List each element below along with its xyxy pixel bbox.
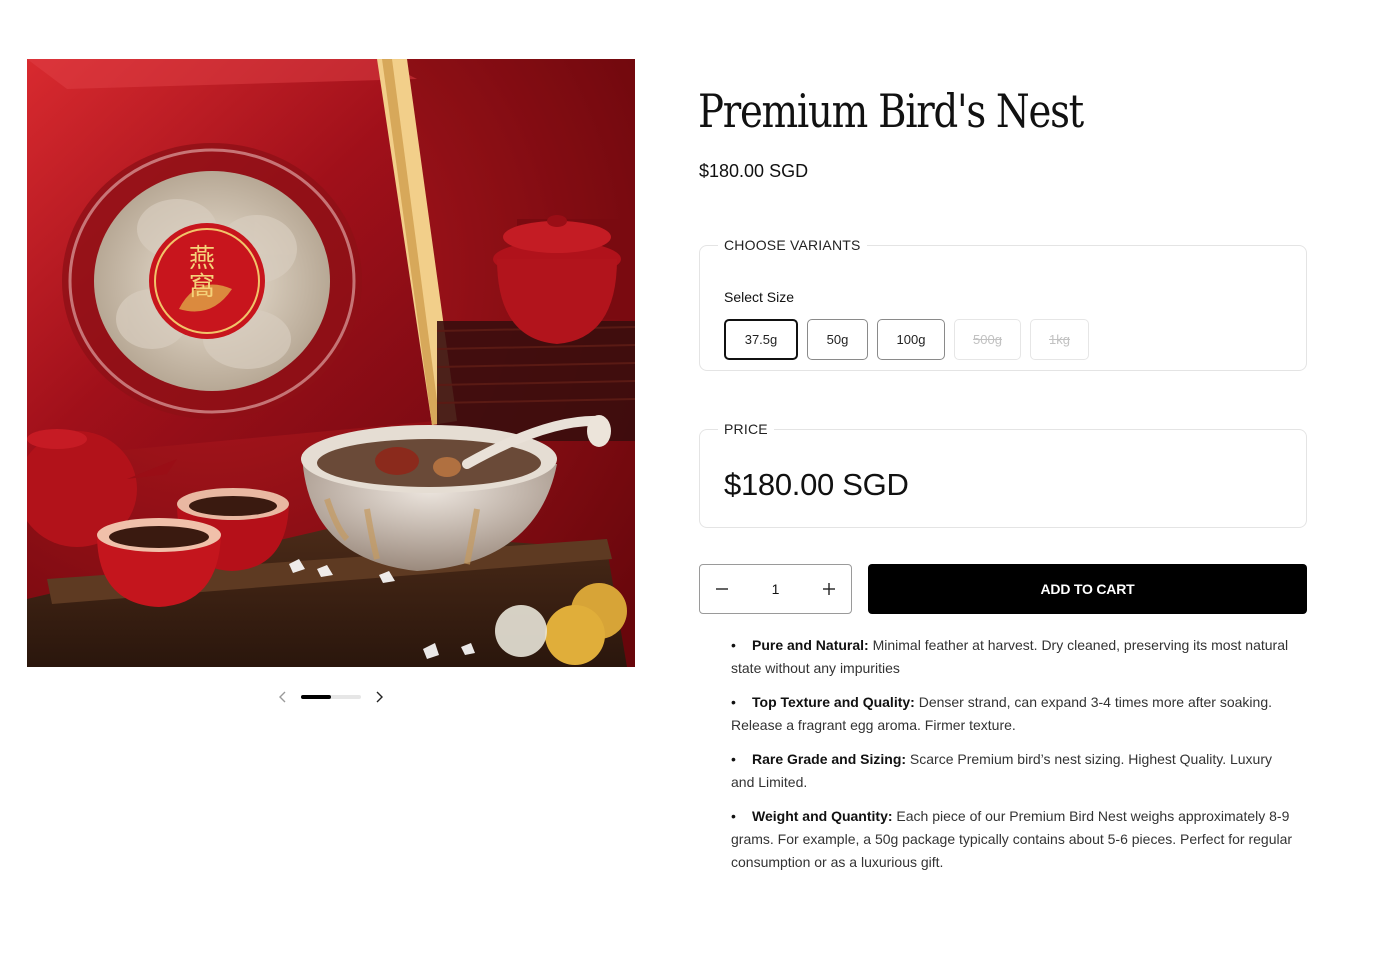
list-item: • Weight and Quantity: Each piece of our … bbox=[731, 805, 1297, 874]
size-option-100g[interactable]: 100g bbox=[877, 319, 945, 360]
product-price: $180.00 SGD bbox=[699, 161, 809, 181]
slide-progress-fill bbox=[301, 695, 331, 699]
variants-box: CHOOSE VARIANTS Select Size 37.5g 50g 10… bbox=[699, 237, 1307, 371]
size-option-1kg: 1kg bbox=[1030, 319, 1089, 360]
svg-text:燕: 燕 bbox=[189, 244, 215, 274]
slide-progress-track bbox=[301, 695, 361, 699]
feature-list: • Pure and Natural: Minimal feather at ha… bbox=[731, 634, 1297, 885]
quantity-input[interactable] bbox=[744, 565, 807, 613]
svg-text:窩: 窩 bbox=[189, 272, 215, 302]
minus-icon[interactable] bbox=[700, 565, 744, 613]
size-option-37-5g[interactable]: 37.5g bbox=[724, 319, 798, 360]
price-legend: PRICE bbox=[724, 421, 768, 437]
list-item: • Top Texture and Quality: Denser strand,… bbox=[731, 691, 1297, 737]
variants-legend: CHOOSE VARIANTS bbox=[724, 237, 861, 253]
slider-nav bbox=[275, 686, 387, 708]
price-value: $180.00 SGD bbox=[724, 467, 909, 502]
bullet-icon: • bbox=[731, 751, 736, 767]
bullet-icon: • bbox=[731, 637, 736, 653]
plus-icon[interactable] bbox=[807, 565, 851, 613]
product-image[interactable]: 燕 窩 bbox=[27, 59, 635, 667]
add-to-cart-button[interactable]: ADD TO CART bbox=[868, 564, 1307, 614]
chevron-left-icon[interactable] bbox=[275, 686, 291, 708]
feature-title: Weight and Quantity: bbox=[752, 808, 893, 824]
feature-title: Rare Grade and Sizing: bbox=[752, 751, 907, 767]
bullet-icon: • bbox=[731, 694, 736, 710]
size-option-500g: 500g bbox=[954, 319, 1021, 360]
select-size-label: Select Size bbox=[724, 289, 795, 305]
product-title: Premium Bird's Nest bbox=[698, 84, 1084, 138]
bullet-icon: • bbox=[731, 808, 736, 824]
size-options: 37.5g 50g 100g 500g 1kg bbox=[724, 319, 1089, 360]
chevron-right-icon[interactable] bbox=[371, 686, 387, 708]
list-item: • Rare Grade and Sizing: Scarce Premium b… bbox=[731, 748, 1297, 794]
list-item: • Pure and Natural: Minimal feather at ha… bbox=[731, 634, 1297, 680]
price-box: PRICE $180.00 SGD bbox=[699, 421, 1307, 528]
feature-title: Pure and Natural: bbox=[752, 637, 869, 653]
feature-title: Top Texture and Quality: bbox=[752, 694, 915, 710]
quantity-stepper bbox=[699, 564, 852, 614]
size-option-50g[interactable]: 50g bbox=[807, 319, 868, 360]
